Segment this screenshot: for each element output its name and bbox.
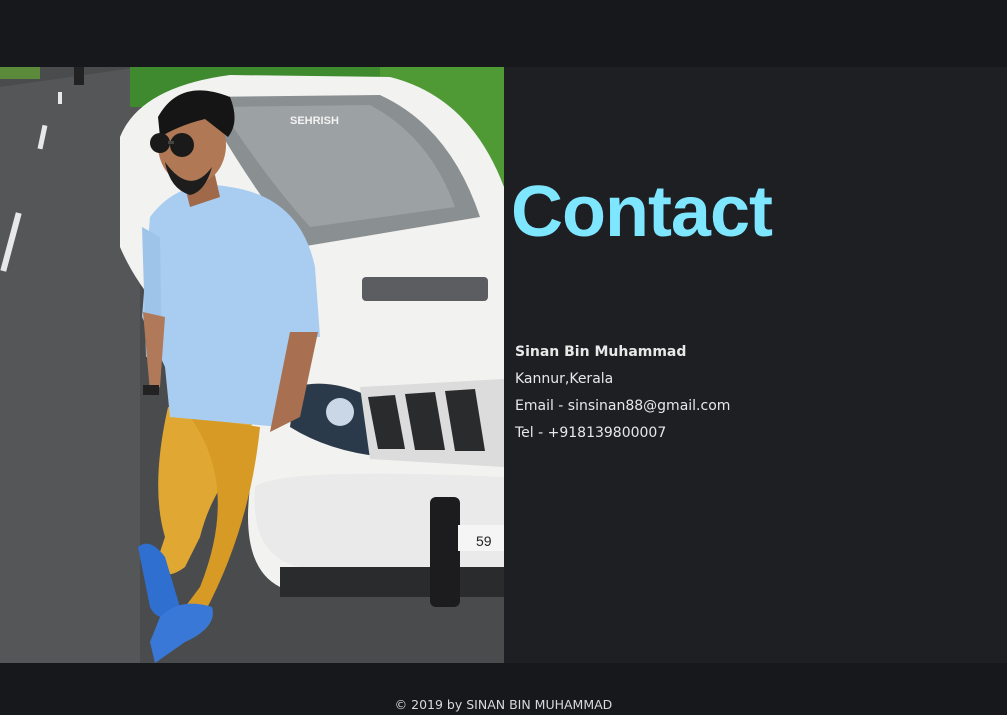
page-title: Contact (511, 172, 773, 252)
contact-name: Sinan Bin Muhammad (515, 344, 687, 360)
contact-panel: Contact Sinan Bin Muhammad Kannur,Kerala… (504, 67, 1007, 663)
contact-email[interactable]: Email - sinsinan88@gmail.com (515, 394, 730, 421)
number-plate-text: 59 (476, 533, 492, 549)
site-header (0, 0, 1007, 67)
copyright-text: © 2019 by SINAN BIN MUHAMMAD (394, 697, 613, 712)
contact-phone[interactable]: Tel - +918139800007 (515, 421, 730, 448)
profile-photo: 59 SEHRISH (0, 67, 504, 663)
windshield-sticker-text: SEHRISH (290, 115, 339, 127)
contact-details: Sinan Bin Muhammad Kannur,Kerala Email -… (515, 340, 730, 448)
contact-location: Kannur,Kerala (515, 371, 614, 387)
site-footer: © 2019 by SINAN BIN MUHAMMAD (0, 663, 1007, 715)
